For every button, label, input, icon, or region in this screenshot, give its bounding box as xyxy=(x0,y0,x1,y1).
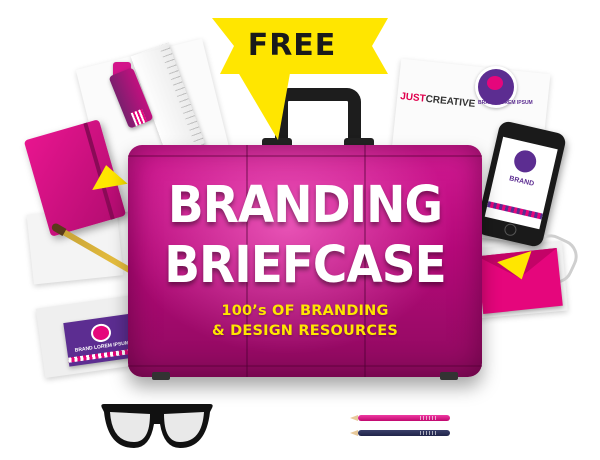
phone-screen: BRAND xyxy=(484,136,558,230)
branding-briefcase-promo: JUSTCREATIVE BRAND LOREM IPSUM BRAND LOR… xyxy=(0,0,600,460)
ribbon-tail-icon xyxy=(222,62,302,146)
briefcase-foot xyxy=(152,372,170,380)
pink-pencil-icon xyxy=(350,415,450,421)
brand-badge-label: BRAND LOREM IPSUM xyxy=(478,100,533,106)
free-label: FREE xyxy=(247,28,337,63)
navy-pencil-icon xyxy=(350,430,450,436)
headline-line1: BRANDING xyxy=(167,175,443,236)
phone-home-button xyxy=(503,222,518,237)
phone-brand-label: BRAND xyxy=(508,175,535,188)
business-card-label: BRAND LOREM IPSUM xyxy=(74,340,130,354)
subheadline-line2: & DESIGN RESOURCES xyxy=(212,323,398,339)
briefcase-foot xyxy=(440,372,458,380)
headline-line2: BRIEFCASE xyxy=(164,235,447,296)
glasses-icon xyxy=(98,402,216,458)
subheadline-line1: 100’s OF BRANDING xyxy=(221,303,389,319)
